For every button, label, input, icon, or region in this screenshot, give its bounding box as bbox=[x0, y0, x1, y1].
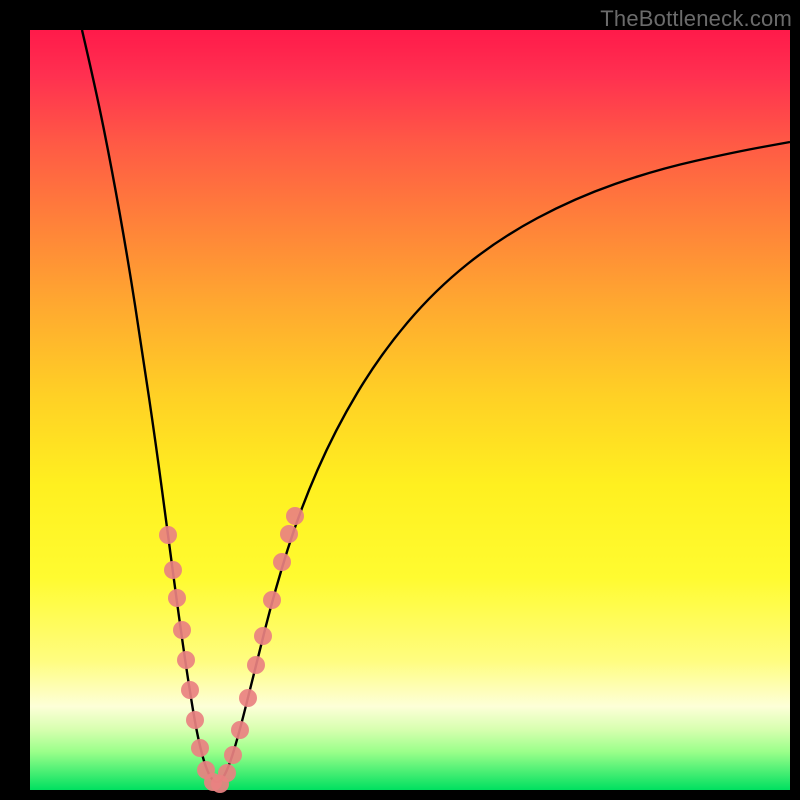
data-marker bbox=[286, 507, 304, 525]
marker-group bbox=[159, 507, 304, 793]
data-marker bbox=[247, 656, 265, 674]
data-marker bbox=[164, 561, 182, 579]
data-marker bbox=[263, 591, 281, 609]
data-marker bbox=[173, 621, 191, 639]
data-marker bbox=[177, 651, 195, 669]
data-marker bbox=[191, 739, 209, 757]
curve-group bbox=[82, 30, 790, 782]
data-marker bbox=[218, 764, 236, 782]
data-marker bbox=[280, 525, 298, 543]
data-marker bbox=[239, 689, 257, 707]
watermark-text: TheBottleneck.com bbox=[600, 6, 792, 32]
chart-container: TheBottleneck.com bbox=[0, 0, 800, 800]
data-marker bbox=[159, 526, 177, 544]
data-marker bbox=[231, 721, 249, 739]
chart-svg bbox=[0, 0, 800, 800]
data-marker bbox=[254, 627, 272, 645]
bottleneck-curve bbox=[82, 30, 790, 782]
data-marker bbox=[273, 553, 291, 571]
data-marker bbox=[181, 681, 199, 699]
data-marker bbox=[186, 711, 204, 729]
data-marker bbox=[168, 589, 186, 607]
data-marker bbox=[224, 746, 242, 764]
